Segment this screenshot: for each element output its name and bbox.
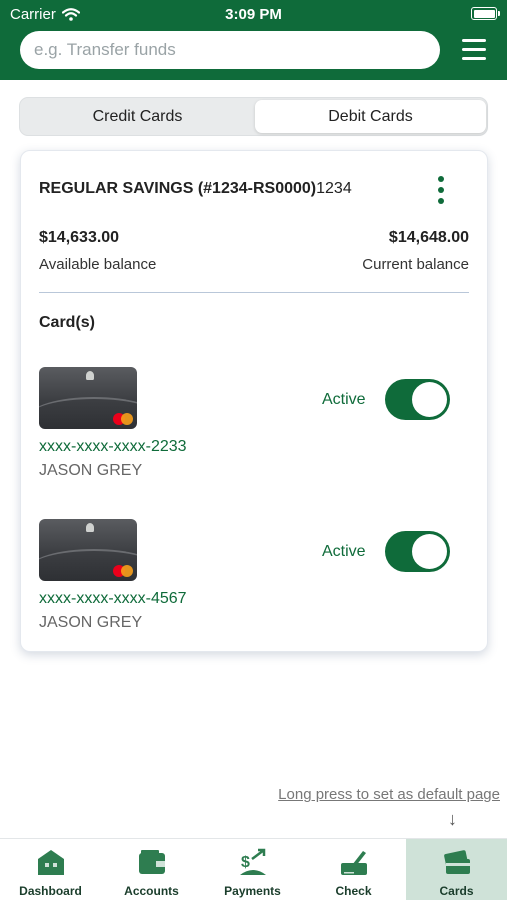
default-page-hint[interactable]: Long press to set as default page [278,786,500,803]
payments-icon: $ [240,848,266,875]
current-balance-label: Current balance [362,256,469,273]
check-deposit-icon [341,851,367,875]
current-balance-amount: $14,648.00 [388,229,469,246]
toggle-knob [412,534,447,569]
card-image [39,519,137,581]
account-card: REGULAR SAVINGS (#1234-RS0000)1234 $14,6… [20,150,488,652]
search-input[interactable] [20,31,440,69]
account-title: REGULAR SAVINGS (#1234-RS0000)1234 [39,180,352,198]
debit-cards-tab[interactable]: Debit Cards [255,100,486,133]
mastercard-icon [113,565,133,577]
account-suffix: 1234 [316,180,352,197]
mastercard-icon [113,413,133,425]
toggle-knob [412,382,447,417]
tab-label: Accounts [124,884,179,898]
svg-text:$: $ [241,854,250,871]
status-bar: Carrier 3:09 PM [0,0,507,28]
card-status-label: Active [322,391,366,408]
tab-label: Cards [439,884,474,898]
bottom-tab-bar: Dashboard Accounts $ Payments Check Card… [0,838,507,900]
bank-logo-icon [86,371,94,380]
debit-card-item[interactable]: xxxx-xxxx-xxxx-4567 JASON GREY Active [39,519,469,639]
tab-payments[interactable]: $ Payments [202,839,303,900]
credit-cards-tab[interactable]: Credit Cards [22,100,253,133]
debit-card-item[interactable]: xxxx-xxxx-xxxx-2233 JASON GREY Active [39,367,469,487]
tab-label: Payments [224,884,281,898]
bank-logo-icon [86,523,94,532]
app-header: Carrier 3:09 PM [0,0,507,80]
tab-accounts[interactable]: Accounts [101,839,202,900]
tab-check[interactable]: Check [303,839,404,900]
arrow-down-icon: ↓ [448,809,457,829]
card-active-toggle[interactable] [385,531,450,572]
hamburger-menu-icon[interactable] [462,39,486,60]
card-holder: JASON GREY [39,614,143,631]
tab-label: Check [335,884,372,898]
available-balance-label: Available balance [39,256,157,273]
house-icon [38,850,64,875]
cards-section-label: Card(s) [39,314,96,331]
tab-dashboard[interactable]: Dashboard [0,839,101,900]
card-icon [444,850,470,874]
card-image [39,367,137,429]
tab-cards[interactable]: Cards [406,839,507,900]
card-holder: JASON GREY [39,462,143,479]
card-status-label: Active [322,543,366,560]
available-balance: $14,633.00 Available balance [39,229,156,273]
divider [39,292,469,293]
battery-icon [471,7,500,20]
card-active-toggle[interactable] [385,379,450,420]
card-type-segmented-control: Credit Cards Debit Cards [19,97,488,136]
tab-label: Dashboard [19,884,82,898]
card-number: xxxx-xxxx-xxxx-4567 [39,590,187,607]
available-balance-amount: $14,633.00 [39,229,120,246]
card-number: xxxx-xxxx-xxxx-2233 [39,438,187,455]
clock: 3:09 PM [225,6,282,23]
current-balance: $14,648.00 Current balance [362,229,469,273]
account-name: REGULAR SAVINGS (#1234-RS0000) [39,180,317,197]
more-options-icon[interactable] [434,174,448,206]
wallet-icon [139,850,165,874]
